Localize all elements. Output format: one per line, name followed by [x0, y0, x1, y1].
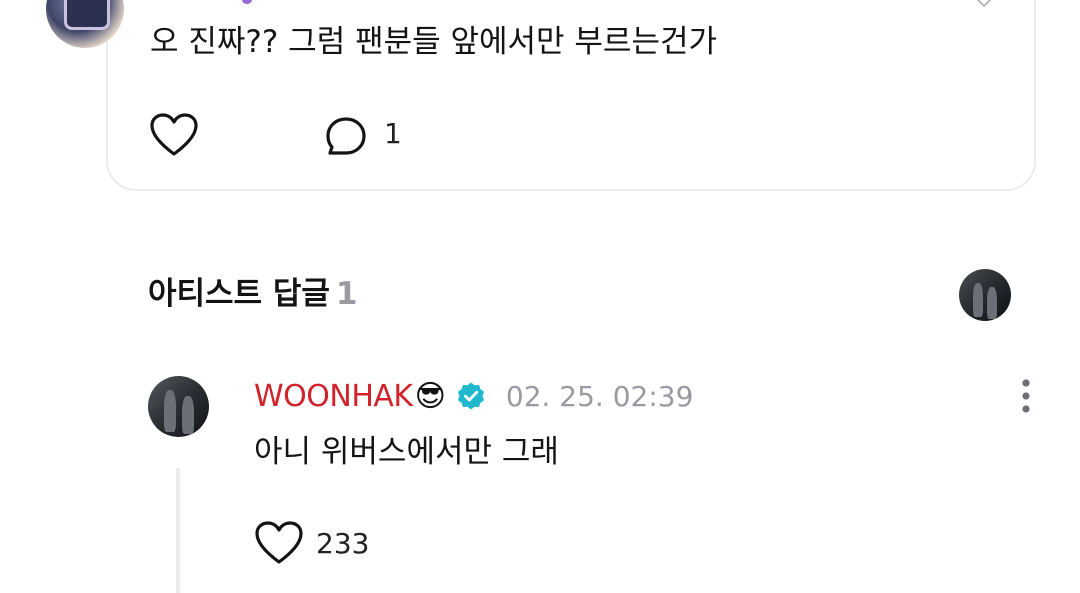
like-count: 233 — [316, 527, 370, 560]
comment-thread-page: 오 진짜?? 그럼 팬분들 앞에서만 부르는건가 1 아티스트 답글 1 WOON… — [0, 0, 1080, 593]
speech-bubble-icon[interactable] — [323, 114, 369, 160]
author-name[interactable]: WOONHAK — [254, 379, 413, 414]
reply-count: 1 — [384, 117, 402, 150]
thread-connector-line — [176, 468, 180, 593]
verified-badge-icon — [457, 382, 484, 410]
comment-text: 오 진짜?? 그럼 팬분들 앞에서만 부르는건가 — [150, 24, 718, 60]
artist-avatar[interactable] — [148, 376, 209, 437]
artist-replies-count: 1 — [335, 276, 358, 312]
photo-figure — [987, 287, 997, 319]
avatar-image — [64, 0, 110, 30]
artist-replies-heading: 아티스트 답글 1 — [148, 272, 358, 316]
reply-timestamp: 02. 25. 02:39 — [505, 379, 694, 413]
photo-figure — [164, 390, 176, 432]
author-emoji: 😎 — [414, 378, 446, 414]
artist-replies-title: 아티스트 답글 — [148, 276, 330, 312]
heart-outline-icon[interactable] — [149, 112, 199, 158]
heart-outline-icon[interactable] — [254, 520, 304, 566]
more-vertical-icon[interactable] — [1014, 378, 1038, 414]
photo-figure — [182, 396, 194, 434]
reply-header: WOONHAK 😎 02. 25. 02:39 — [254, 374, 693, 418]
artist-avatar-thumbnail[interactable] — [959, 269, 1011, 321]
photo-figure — [973, 283, 983, 317]
reply-text: 아니 위버스에서만 그래 — [254, 434, 559, 470]
